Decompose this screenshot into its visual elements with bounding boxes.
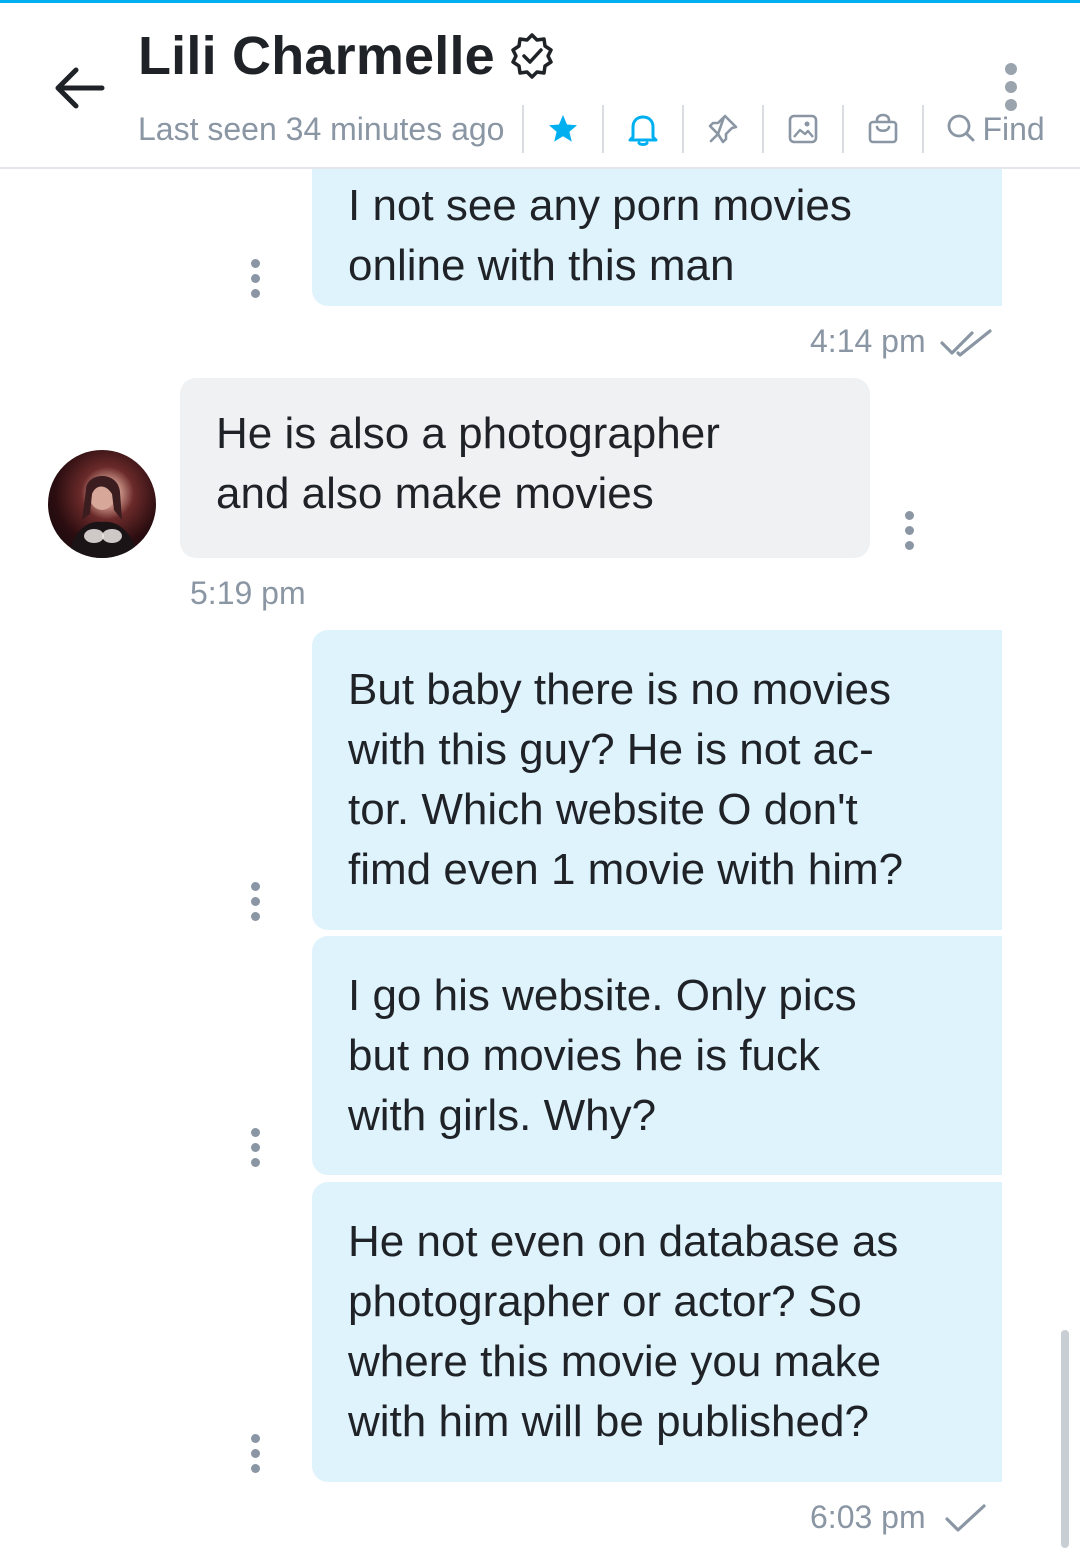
message-list: I not see any porn movies online with th…	[0, 169, 1080, 1557]
message-bubble-outgoing[interactable]: But baby there is no movies with this gu…	[312, 630, 1002, 930]
message-line: I go his website. Only pics	[348, 971, 857, 1020]
message-options-button[interactable]	[249, 259, 261, 303]
message-line: fimd even 1 movie with him?	[348, 845, 904, 894]
shopping-bag-icon	[869, 113, 898, 144]
pin-icon	[709, 114, 738, 144]
scrollbar-thumb[interactable]	[1061, 1330, 1069, 1548]
purchases-button[interactable]	[842, 105, 922, 153]
verified-badge-icon	[507, 31, 557, 81]
message-line: He is also a photographer	[216, 409, 720, 458]
media-button[interactable]	[762, 105, 842, 153]
chat-header: Lili Charmelle Last seen 34 minutes ago	[0, 3, 1080, 169]
contact-name[interactable]: Lili Charmelle	[138, 25, 495, 87]
single-check-icon	[945, 1504, 986, 1532]
image-icon	[789, 114, 818, 144]
bell-icon	[628, 115, 658, 146]
message-line: tor. Which website O don't	[348, 785, 858, 834]
message-line: I not see any porn movies	[348, 181, 852, 230]
message-bubble-outgoing[interactable]: I not see any porn movies online with th…	[312, 169, 1002, 306]
message-line: but no movies he is fuck	[348, 1031, 821, 1080]
message-line: photographer or actor? So	[348, 1277, 862, 1326]
search-icon	[948, 114, 975, 142]
message-bubble-outgoing[interactable]: He not even on database as photographer …	[312, 1182, 1002, 1482]
message-line: But baby there is no movies	[348, 665, 891, 714]
back-arrow-icon	[55, 67, 105, 109]
message-options-button[interactable]	[249, 882, 261, 926]
favorite-button[interactable]	[522, 105, 602, 153]
message-options-button[interactable]	[903, 511, 915, 555]
avatar-image	[68, 476, 138, 558]
back-button[interactable]	[50, 58, 110, 118]
message-line: online with this man	[348, 241, 735, 290]
message-line: where this movie you make	[348, 1337, 882, 1386]
message-timestamp: 6:03 pm	[810, 1499, 926, 1535]
header-toolbar: Last seen 34 minutes ago Find	[138, 103, 1045, 155]
message-options-button[interactable]	[249, 1128, 261, 1172]
message-line: He not even on database as	[348, 1217, 899, 1266]
message-line: with this guy? He is not ac-	[348, 725, 874, 774]
message-options-button[interactable]	[249, 1434, 261, 1478]
message-bubble-incoming[interactable]: He is also a photographer and also make …	[180, 378, 870, 558]
title-row: Lili Charmelle	[138, 21, 557, 91]
star-icon	[549, 115, 578, 142]
pin-button[interactable]	[682, 105, 762, 153]
notifications-button[interactable]	[602, 105, 682, 153]
find-button[interactable]: Find	[922, 105, 1045, 153]
contact-avatar[interactable]	[48, 450, 156, 558]
last-seen-status: Last seen 34 minutes ago	[138, 110, 505, 147]
message-line: with him will be published?	[348, 1397, 869, 1446]
message-line: and also make movies	[216, 469, 654, 518]
message-bubble-outgoing[interactable]: I go his website. Only pics but no movie…	[312, 936, 1002, 1175]
find-label: Find	[982, 110, 1045, 147]
double-check-icon	[940, 329, 992, 357]
message-timestamp: 5:19 pm	[190, 575, 306, 611]
message-timestamp: 4:14 pm	[810, 323, 926, 359]
message-line: with girls. Why?	[348, 1091, 657, 1140]
